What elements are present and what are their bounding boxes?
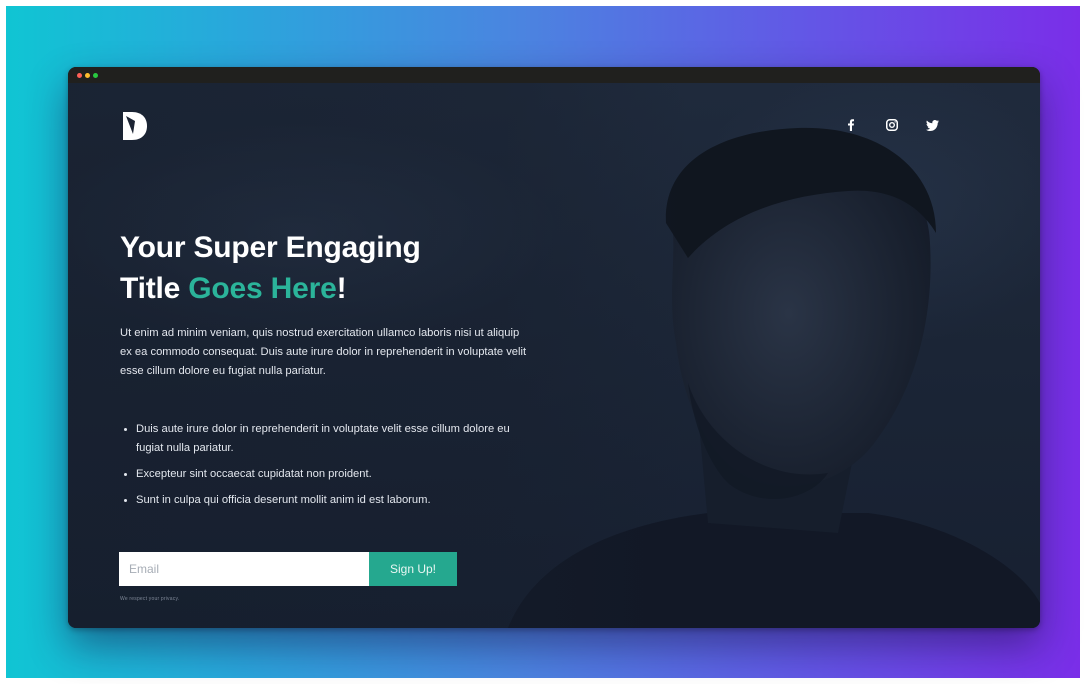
bullet-item: Duis aute irure dolor in reprehenderit i… — [120, 420, 520, 458]
window-titlebar — [68, 67, 1040, 83]
email-input[interactable] — [119, 552, 369, 586]
hero-title-line1: Your Super Engaging — [120, 231, 421, 264]
hero-section: Your Super Engaging Title Goes Here! Ut e… — [68, 83, 1040, 628]
twitter-icon[interactable] — [925, 118, 939, 132]
bullet-icon — [124, 428, 127, 431]
close-window-button[interactable] — [77, 73, 82, 78]
instagram-icon[interactable] — [885, 118, 899, 132]
background-gradient: Your Super Engaging Title Goes Here! Ut e… — [6, 6, 1080, 678]
hero-title: Your Super Engaging Title Goes Here! — [120, 227, 540, 309]
bullet-item: Excepteur sint occaecat cupidatat non pr… — [120, 465, 520, 484]
signup-form: Sign Up! — [119, 552, 457, 586]
logo-d-icon[interactable] — [123, 112, 147, 140]
privacy-note: We respect your privacy. — [120, 596, 180, 602]
minimize-window-button[interactable] — [85, 73, 90, 78]
bullet-text: Excepteur sint occaecat cupidatat non pr… — [136, 468, 372, 480]
hero-title-end: ! — [336, 272, 347, 305]
bullet-icon — [124, 499, 127, 502]
browser-window: Your Super Engaging Title Goes Here! Ut e… — [68, 67, 1040, 628]
maximize-window-button[interactable] — [93, 73, 98, 78]
bullet-item: Sunt in culpa qui officia deserunt molli… — [120, 491, 520, 510]
facebook-icon[interactable] — [844, 118, 858, 132]
hero-bullet-list: Duis aute irure dolor in reprehenderit i… — [120, 420, 520, 517]
hero-title-accent: Goes Here — [188, 272, 337, 305]
hero-intro-text: Ut enim ad minim veniam, quis nostrud ex… — [120, 327, 527, 377]
bullet-icon — [124, 473, 127, 476]
bullet-text: Sunt in culpa qui officia deserunt molli… — [136, 494, 431, 506]
sign-up-button[interactable]: Sign Up! — [369, 552, 457, 586]
bullet-text: Duis aute irure dolor in reprehenderit i… — [136, 423, 510, 454]
hero-title-word: Title — [120, 272, 181, 305]
